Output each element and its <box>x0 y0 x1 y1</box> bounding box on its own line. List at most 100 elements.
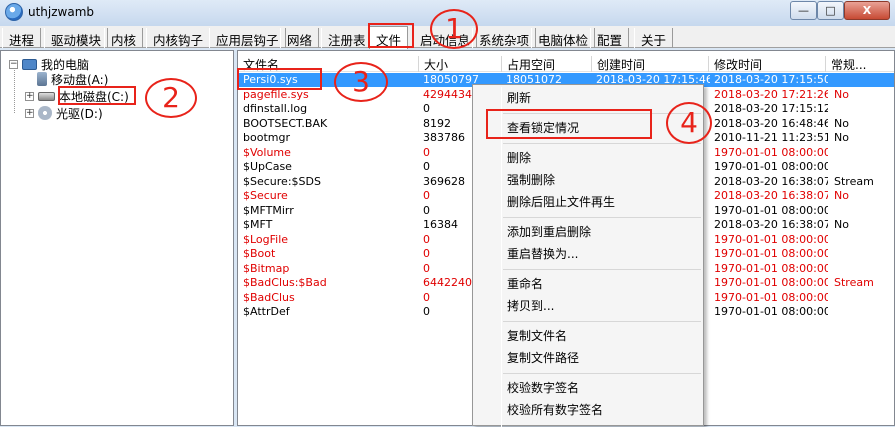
minimize-button[interactable]: — <box>790 1 817 20</box>
cell-name: $Bitmap <box>243 261 290 275</box>
cell-modified: 2018-03-20 17:21:26 <box>714 87 828 101</box>
tree-node-label: 移动盘(A:) <box>51 72 109 87</box>
menu-item[interactable]: 添加到重启删除 <box>507 222 591 242</box>
menu-item[interactable]: 校验数字签名 <box>507 378 579 398</box>
cell-modified: 1970-01-01 08:00:00 <box>714 247 828 260</box>
cell-attr <box>834 204 894 218</box>
cell-modified: 1970-01-01 08:00:00 <box>714 145 828 159</box>
cell-modified: 2018-03-20 16:38:07 <box>714 174 828 188</box>
cell-attr <box>834 146 894 160</box>
cell-name: BOOTSECT.BAK <box>243 116 328 130</box>
annotation-box-view-lock <box>486 109 652 139</box>
cell-attr <box>834 291 894 305</box>
tab-kernel[interactable]: 内核 <box>104 28 144 48</box>
column-header-modified[interactable]: 修改时间 <box>709 56 826 72</box>
tree-connector <box>14 65 15 113</box>
column-header-allocated[interactable]: 占用空间 <box>502 56 592 72</box>
window-title: uthjzwamb <box>28 5 95 19</box>
expand-icon[interactable]: + <box>25 91 34 101</box>
menu-item[interactable]: 重命名 <box>507 274 543 294</box>
cell-name: bootmgr <box>243 131 290 144</box>
cell-attr <box>834 102 894 116</box>
tree-node-removable-a[interactable]: 移动盘(A:) <box>37 71 108 87</box>
cell-modified: 1970-01-01 08:00:00 <box>714 305 828 318</box>
cell-modified: 1970-01-01 08:00:00 <box>714 290 828 304</box>
annotation-number-3: 3 <box>334 62 388 102</box>
expand-icon[interactable]: + <box>25 108 34 118</box>
tab-network[interactable]: 网络 <box>280 28 320 48</box>
cell-attr: No <box>834 218 849 231</box>
cell-name: $MFTMirr <box>243 203 294 217</box>
cell-attr <box>834 305 894 319</box>
cell-name: $AttrDef <box>243 305 290 318</box>
cell-attr: No <box>834 87 849 101</box>
menu-item[interactable]: 刷新 <box>507 88 531 108</box>
cell-name: $Volume <box>243 145 291 159</box>
menu-item[interactable]: 校验所有数字签名 <box>507 400 603 420</box>
cell-name: $Boot <box>243 247 276 260</box>
cell-modified: 2018-03-20 16:38:07 <box>714 218 828 231</box>
annotation-box-file-tab <box>368 23 414 48</box>
tree-node-label: 光驱(D:) <box>56 106 103 121</box>
annotation-number-2: 2 <box>145 78 197 118</box>
cell-modified: 1970-01-01 08:00:00 <box>714 203 828 217</box>
collapse-icon[interactable]: − <box>9 59 18 69</box>
close-button[interactable]: X <box>844 1 890 20</box>
column-header-size[interactable]: 大小 <box>419 56 502 72</box>
tab-kernel-hooks[interactable]: 内核钩子 <box>146 28 211 48</box>
cd-drive-icon <box>38 106 52 120</box>
column-header-row: 文件名 大小 占用空间 创建时间 修改时间 常规... <box>238 51 894 72</box>
tab-pc-checkup[interactable]: 电脑体检 <box>531 28 596 48</box>
tab-process[interactable]: 进程 <box>2 28 42 48</box>
menu-separator <box>503 373 701 374</box>
cell-attr: No <box>834 131 849 144</box>
window-controls: — □ X <box>790 1 890 20</box>
cell-name: $LogFile <box>243 232 289 246</box>
cell-attr: No <box>834 116 849 130</box>
menu-item[interactable]: 删除 <box>507 148 531 168</box>
tab-about[interactable]: 关于 <box>634 28 674 48</box>
cell-modified: 2018-03-20 16:48:46 <box>714 116 828 130</box>
cell-modified: 1970-01-01 08:00:00 <box>714 232 828 246</box>
menu-separator <box>503 269 701 270</box>
computer-icon <box>22 58 37 70</box>
cell-attr <box>834 247 894 261</box>
cell-modified: 2018-03-20 17:15:50 <box>714 73 828 86</box>
cell-name: $Secure:$SDS <box>243 174 321 188</box>
tab-app-hooks[interactable]: 应用层钩子 <box>209 28 286 48</box>
menu-separator <box>503 217 701 218</box>
usb-drive-icon <box>37 72 47 86</box>
menu-item[interactable]: 强制删除 <box>507 170 555 190</box>
hard-disk-icon <box>38 91 55 101</box>
cell-modified: 1970-01-01 08:00:00 <box>714 276 828 289</box>
tab-registry[interactable]: 注册表 <box>321 28 373 48</box>
cell-name: $MFT <box>243 218 273 231</box>
column-header-attributes[interactable]: 常规... <box>826 56 894 72</box>
menu-separator <box>503 321 701 322</box>
cell-modified: 1970-01-01 08:00:00 <box>714 160 828 173</box>
menu-item[interactable]: 删除后阻止文件再生 <box>507 192 615 212</box>
tab-system-misc[interactable]: 系统杂项 <box>472 28 537 48</box>
annotation-number-1: 1 <box>430 9 478 49</box>
annotation-number-4: 4 <box>666 102 712 144</box>
cell-modified: 1970-01-01 08:00:00 <box>714 261 828 275</box>
cell-attr <box>834 73 894 87</box>
annotation-box-selected-file <box>237 68 322 90</box>
menu-separator <box>503 143 701 144</box>
tab-config[interactable]: 配置 <box>590 28 630 48</box>
menu-item[interactable]: 拷贝到... <box>507 296 554 316</box>
cell-attr: Stream <box>834 276 874 289</box>
menu-item[interactable]: 复制文件路径 <box>507 348 579 368</box>
cell-attr: No <box>834 189 849 202</box>
tab-driver-modules[interactable]: 驱动模块 <box>44 28 109 48</box>
menu-item[interactable]: 复制文件名 <box>507 326 567 346</box>
maximize-button[interactable]: □ <box>817 1 844 20</box>
column-header-created[interactable]: 创建时间 <box>592 56 709 72</box>
cell-modified: 2018-03-20 16:38:07 <box>714 189 828 202</box>
tree-node-cd-d[interactable]: + 光驱(D:) <box>25 105 103 121</box>
annotation-box-local-disk <box>58 86 136 105</box>
cell-modified: 2018-03-20 17:15:12 <box>714 102 828 115</box>
drive-tree: − 我的电脑 移动盘(A:) + 本地磁盘(C:) + 光驱(D:) <box>0 50 234 426</box>
menu-item[interactable]: 重启替换为... <box>507 244 578 264</box>
cell-attr: Stream <box>834 174 874 188</box>
